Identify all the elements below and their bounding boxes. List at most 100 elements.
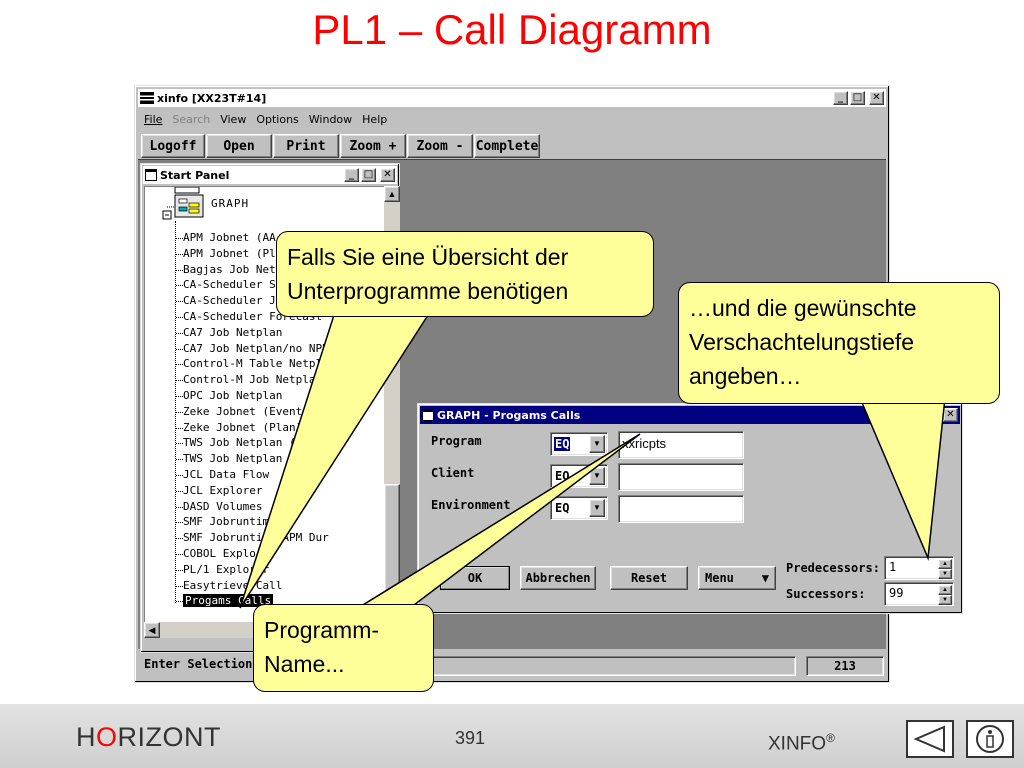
callout-overview: Falls Sie eine Übersicht der Unterprogra… <box>276 231 654 317</box>
tree-item[interactable]: CA-Scheduler Jo <box>183 294 282 307</box>
tree-item[interactable]: DASD Volumes <box>183 500 262 513</box>
dropdown-arrow-icon[interactable]: ▼ <box>589 467 605 485</box>
tree-connector <box>176 396 183 397</box>
slide-footer: HORIZONT 391 XINFO® <box>0 704 1024 768</box>
panel-close-button[interactable]: ✕ <box>380 168 395 182</box>
tree-connector <box>176 238 183 239</box>
panel-maximize-button[interactable]: □ <box>361 168 376 182</box>
spin-down-icon[interactable]: ▼ <box>938 595 952 605</box>
callout-depth-line1: …und die gewünschte <box>689 295 917 321</box>
program-name-input[interactable]: xxricpts <box>618 431 744 459</box>
zoom-out-button[interactable]: Zoom - <box>407 134 473 158</box>
tree-item[interactable]: CA7 Job Netplan <box>183 326 282 339</box>
close-button[interactable]: ✕ <box>869 91 884 105</box>
tree-item[interactable]: APM Jobnet (Pla <box>183 247 282 260</box>
reset-button[interactable]: Reset <box>610 566 688 590</box>
tree-item[interactable]: JCL Data Flow <box>183 468 269 481</box>
environment-label: Environment <box>431 498 511 512</box>
dropdown-arrow-icon[interactable]: ▼ <box>589 435 605 453</box>
tree-item[interactable]: JCL Explorer <box>183 484 262 497</box>
menu-window[interactable]: Window <box>309 113 352 126</box>
tree-connector <box>176 270 183 271</box>
tree-item[interactable]: Control-M Job Netplan <box>183 373 322 386</box>
open-button[interactable]: Open <box>206 134 272 158</box>
info-button[interactable] <box>966 720 1014 758</box>
scroll-left-arrow-icon[interactable]: ◀ <box>144 622 160 638</box>
menu-button-label: Menu <box>705 571 734 585</box>
program-operator-select[interactable]: EQ ▼ <box>550 432 608 456</box>
tree-connector <box>176 301 183 302</box>
tree-root-label[interactable]: GRAPH <box>211 197 249 210</box>
app-icon <box>140 92 154 104</box>
minimize-button[interactable]: _ <box>833 91 848 105</box>
page-number: 391 <box>455 728 486 748</box>
menu-file[interactable]: File <box>144 113 162 126</box>
back-button[interactable] <box>906 720 954 758</box>
toolbar: Logoff Open Print Zoom + Zoom - Complete <box>141 134 540 158</box>
dropdown-arrow-icon[interactable]: ▼ <box>589 499 605 517</box>
tree-item[interactable]: Zeke Jobnet (Events) <box>183 405 315 418</box>
tree-item[interactable]: OPC Job Netplan <box>183 389 282 402</box>
dialog-close-button[interactable]: ✕ <box>943 408 958 422</box>
xinfo-logo: XINFO® <box>768 731 835 755</box>
scroll-up-arrow-icon[interactable]: ▲ <box>384 186 400 202</box>
progams-calls-dialog: GRAPH - Progams Calls ✕ Program EQ ▼ xxr… <box>417 403 963 614</box>
scroll-thumb[interactable] <box>384 484 400 604</box>
menu-help[interactable]: Help <box>362 113 387 126</box>
menu-bar: File Search View Options Window Help <box>138 110 886 128</box>
dialog-titlebar[interactable]: GRAPH - Progams Calls ✕ <box>420 406 960 424</box>
client-input[interactable] <box>618 463 744 491</box>
tree-item[interactable]: Easytrieve Call <box>183 579 282 592</box>
tree-connector <box>176 570 183 571</box>
dialog-icon <box>422 409 434 421</box>
panel-minimize-button[interactable]: _ <box>344 168 359 182</box>
tree-item[interactable]: TWS Job Netplan (S <box>183 452 302 465</box>
environment-input[interactable] <box>618 495 744 523</box>
tree-item[interactable]: Bagjas Job Netz <box>183 263 282 276</box>
abbrechen-button[interactable]: Abbrechen <box>520 566 596 590</box>
zoom-in-button[interactable]: Zoom + <box>340 134 406 158</box>
main-window-title: xinfo [XX23T#14] <box>157 91 267 105</box>
maximize-button[interactable]: □ <box>850 91 865 105</box>
callout-program: Programm- Name... <box>253 604 434 692</box>
callout-depth-line3: angeben… <box>689 363 802 389</box>
menu-options[interactable]: Options <box>256 113 298 126</box>
tree-connector <box>176 380 183 381</box>
tree-item[interactable]: APM Jobnet (AA <box>183 231 276 244</box>
tree-item[interactable]: TWS Job Netplan (M <box>183 436 302 449</box>
menu-view[interactable]: View <box>220 113 246 126</box>
tree-connector <box>176 554 183 555</box>
successors-label: Successors: <box>786 587 866 601</box>
tree-connector <box>176 538 183 539</box>
tree-connector <box>176 412 183 413</box>
predecessors-value: 1 <box>889 560 897 574</box>
tree-item[interactable]: CA7 Job Netplan/no NPR <box>183 342 329 355</box>
slide-title: PL1 – Call Diagramm <box>312 6 712 53</box>
tree-item[interactable]: CA-Scheduler Sc <box>183 278 282 291</box>
print-button[interactable]: Print <box>273 134 339 158</box>
tree-item[interactable]: Control-M Table Netpl. <box>183 357 329 370</box>
spin-down-icon[interactable]: ▼ <box>938 569 952 579</box>
tree-item[interactable]: COBOL Explorer <box>183 547 276 560</box>
complete-button[interactable]: Complete <box>474 134 540 158</box>
successors-value: 99 <box>889 586 904 600</box>
successors-spinner[interactable]: 99 ▲ ▼ <box>884 582 954 606</box>
predecessors-spinner[interactable]: 1 ▲ ▼ <box>884 556 954 580</box>
tree-item[interactable]: SMF Jobruntim <box>183 515 269 528</box>
spin-up-icon[interactable]: ▲ <box>938 585 952 595</box>
start-panel-titlebar[interactable]: Start Panel _ □ ✕ <box>143 166 397 184</box>
main-titlebar[interactable]: xinfo [XX23T#14] _ □ ✕ <box>138 89 886 107</box>
tree-item[interactable]: PL/1 Explorer <box>183 563 269 576</box>
logoff-button[interactable]: Logoff <box>141 134 205 158</box>
spin-up-icon[interactable]: ▲ <box>938 559 952 569</box>
environment-operator-select[interactable]: EQ ▼ <box>550 496 608 520</box>
client-operator-select[interactable]: EQ ▼ <box>550 464 608 488</box>
menu-button[interactable]: Menu ▼ <box>698 566 776 590</box>
ok-button[interactable]: OK <box>440 566 510 590</box>
triangle-left-icon <box>913 725 945 753</box>
program-operator-value: EQ <box>554 437 571 451</box>
tree-connector <box>176 475 183 476</box>
tree-item[interactable]: Zeke Jobnet (Plan) <box>183 421 302 434</box>
tree-item[interactable]: SMF Jobruntime APM Dur <box>183 531 329 544</box>
client-label: Client <box>431 466 475 480</box>
